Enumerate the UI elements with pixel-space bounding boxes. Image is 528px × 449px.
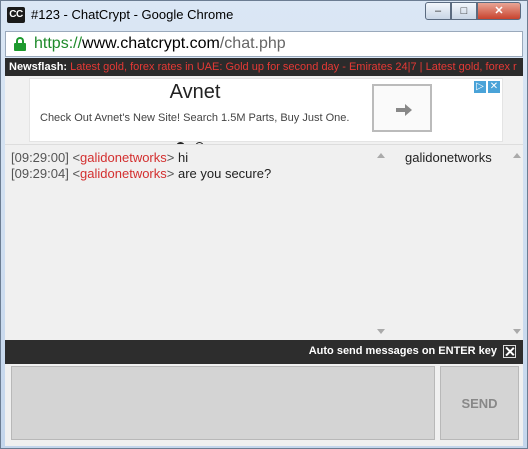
chat-log[interactable]: [09:29:00] <galidonetworks> hi [09:29:04… xyxy=(5,144,387,340)
lock-icon[interactable] xyxy=(14,37,26,51)
user-list-item[interactable]: galidonetworks xyxy=(405,150,523,165)
newsflash-ticker: Newsflash: Latest gold, forex rates in U… xyxy=(5,58,523,76)
maximize-icon: □ xyxy=(460,5,468,17)
nick-close-bracket: > xyxy=(166,150,175,165)
address-bar[interactable]: https://www.chatcrypt.com/chat.php xyxy=(5,31,523,57)
close-icon[interactable]: ✕ xyxy=(488,81,500,93)
message-timestamp: [09:29:00] xyxy=(11,150,69,165)
arrow-right-icon xyxy=(396,108,405,112)
send-button[interactable]: SEND xyxy=(440,366,519,440)
close-window-button[interactable]: ✕ xyxy=(477,2,521,20)
ad-title[interactable]: Avnet xyxy=(30,81,360,104)
chatcrypt-app-icon: CC xyxy=(7,7,25,23)
message-text: hi xyxy=(177,150,189,165)
userlist-scroll-up-icon[interactable] xyxy=(513,153,521,158)
options-bar: Auto send messages on ENTER key xyxy=(5,340,523,364)
auto-send-label: Auto send messages on ENTER key xyxy=(308,345,497,357)
chat-scroll-down-icon[interactable] xyxy=(377,329,385,334)
nick-close-bracket: > xyxy=(166,166,175,181)
url-domain: www.chatcrypt.com xyxy=(82,35,220,52)
message-timestamp: [09:29:04] xyxy=(11,166,69,181)
window-controls: – □ ✕ xyxy=(425,2,521,20)
url-path: /chat.php xyxy=(219,35,286,52)
page-viewport: Newsflash: Latest gold, forex rates in U… xyxy=(5,58,523,446)
maximize-button[interactable]: □ xyxy=(451,2,477,20)
chat-scroll-up-icon[interactable] xyxy=(377,153,385,158)
newsflash-label: Newsflash: xyxy=(9,61,68,73)
composer: SEND xyxy=(5,364,523,446)
newsflash-link[interactable]: Latest gold, forex rates in UAE: Gold up… xyxy=(70,61,517,73)
title-bar[interactable]: CC #123 - ChatCrypt - Google Chrome – □ … xyxy=(1,1,527,29)
minimize-button[interactable]: – xyxy=(425,2,451,20)
play-icon[interactable]: ▷ xyxy=(474,81,486,93)
auto-send-checkbox[interactable] xyxy=(503,345,516,358)
message-nick: galidonetworks xyxy=(80,150,167,165)
browser-window: CC #123 - ChatCrypt - Google Chrome – □ … xyxy=(0,0,528,449)
ad-banner[interactable]: Avnet Check Out Avnet's New Site! Search… xyxy=(29,78,503,142)
message-input[interactable] xyxy=(11,366,435,440)
url-text[interactable]: https://www.chatcrypt.com/chat.php xyxy=(34,35,286,53)
window-title: #123 - ChatCrypt - Google Chrome xyxy=(31,7,234,22)
message-text: are you secure? xyxy=(177,166,272,181)
userlist-scroll-down-icon[interactable] xyxy=(513,329,521,334)
ad-arrow-button[interactable] xyxy=(372,84,432,132)
chat-message: [09:29:00] <galidonetworks> hi xyxy=(11,150,381,166)
close-icon: ✕ xyxy=(494,5,504,17)
ad-description[interactable]: Check Out Avnet's New Site! Search 1.5M … xyxy=(40,112,349,124)
message-nick: galidonetworks xyxy=(80,166,167,181)
adchoices: ▷ ✕ xyxy=(474,81,500,93)
user-list: galidonetworks xyxy=(387,144,523,340)
minimize-icon: – xyxy=(434,5,442,17)
nick-open-bracket: < xyxy=(72,150,81,165)
url-scheme: https:// xyxy=(34,35,83,52)
chat-message: [09:29:04] <galidonetworks> are you secu… xyxy=(11,166,381,182)
nick-open-bracket: < xyxy=(72,166,81,181)
